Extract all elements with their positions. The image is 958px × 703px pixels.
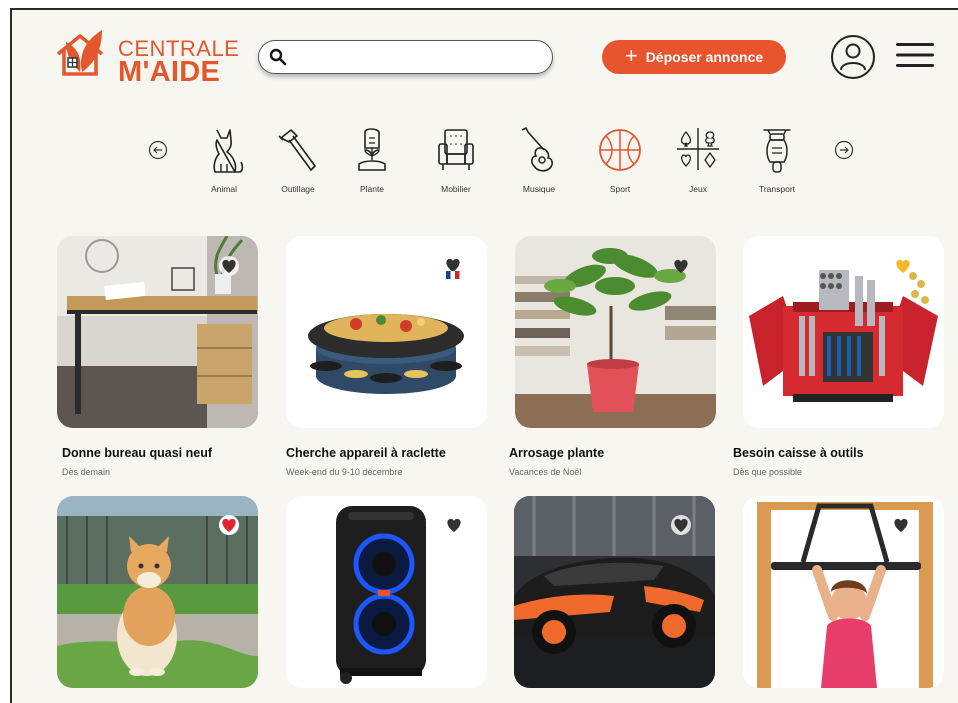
category-sport[interactable]: Sport — [584, 126, 656, 206]
category-label: Animal — [211, 184, 237, 194]
arrow-left-icon[interactable] — [148, 140, 168, 160]
plant-icon — [358, 128, 386, 171]
category-label: Plante — [359, 184, 385, 194]
pullup-bar-photo — [743, 496, 944, 688]
favorite-heart-flag-icon[interactable] — [442, 256, 464, 282]
category-jeux[interactable]: Jeux — [662, 126, 734, 206]
category-mobilier[interactable]: Mobilier — [420, 126, 492, 206]
category-animal[interactable]: Animal — [188, 126, 260, 206]
search-input[interactable] — [293, 45, 547, 71]
cat-icon — [213, 129, 244, 173]
basketball-icon — [599, 129, 641, 171]
card-suits-icon — [677, 128, 719, 170]
listing-image-pullup-bar[interactable] — [743, 496, 944, 688]
hamburger-menu-icon[interactable] — [895, 38, 935, 72]
category-transport[interactable]: Transport — [741, 126, 813, 206]
logo-house-icon — [56, 30, 104, 76]
guitar-icon — [521, 127, 553, 172]
category-label: Mobilier — [441, 184, 471, 194]
listing-subtitle: Week-end du 9-10 décembre — [286, 467, 403, 477]
category-label: Jeux — [689, 184, 707, 194]
favorite-heart-icon[interactable] — [892, 256, 914, 276]
post-ad-button-label: Déposer annonce — [645, 49, 764, 65]
logo-text-maide: M'AIDE — [118, 56, 221, 88]
scooter-icon — [763, 129, 791, 173]
search-icon — [269, 48, 287, 66]
hammer-icon — [278, 129, 316, 171]
category-outillage[interactable]: Outillage — [262, 126, 334, 206]
listing-title[interactable]: Cherche appareil à raclette — [286, 446, 446, 460]
category-label: Transport — [758, 184, 796, 194]
favorite-heart-icon[interactable] — [218, 515, 240, 535]
search-bar[interactable] — [258, 40, 553, 74]
listing-subtitle: Dès que possible — [733, 467, 803, 477]
user-account-icon[interactable] — [830, 34, 876, 80]
listing-subtitle: Dès demain — [62, 467, 111, 477]
category-label: Musique — [522, 184, 556, 194]
category-plante[interactable]: Plante — [336, 126, 408, 206]
favorite-heart-icon[interactable] — [218, 256, 240, 276]
favorite-heart-icon[interactable] — [890, 515, 912, 535]
armchair-icon — [438, 129, 474, 170]
favorite-heart-icon[interactable] — [443, 515, 465, 535]
favorite-heart-icon[interactable] — [670, 515, 692, 535]
category-musique[interactable]: Musique — [503, 126, 575, 206]
listing-subtitle: Vacances de Noël — [509, 467, 582, 477]
category-label: Sport — [609, 184, 631, 194]
arrow-right-icon[interactable] — [834, 140, 854, 160]
listing-title[interactable]: Donne bureau quasi neuf — [62, 446, 212, 460]
category-label: Outillage — [281, 184, 315, 194]
plus-icon: + — [624, 43, 638, 68]
post-ad-button[interactable]: + Déposer annonce — [602, 40, 786, 74]
listing-title[interactable]: Arrosage plante — [509, 446, 604, 460]
favorite-heart-icon[interactable] — [670, 256, 692, 276]
listing-title[interactable]: Besoin caisse à outils — [733, 446, 864, 460]
